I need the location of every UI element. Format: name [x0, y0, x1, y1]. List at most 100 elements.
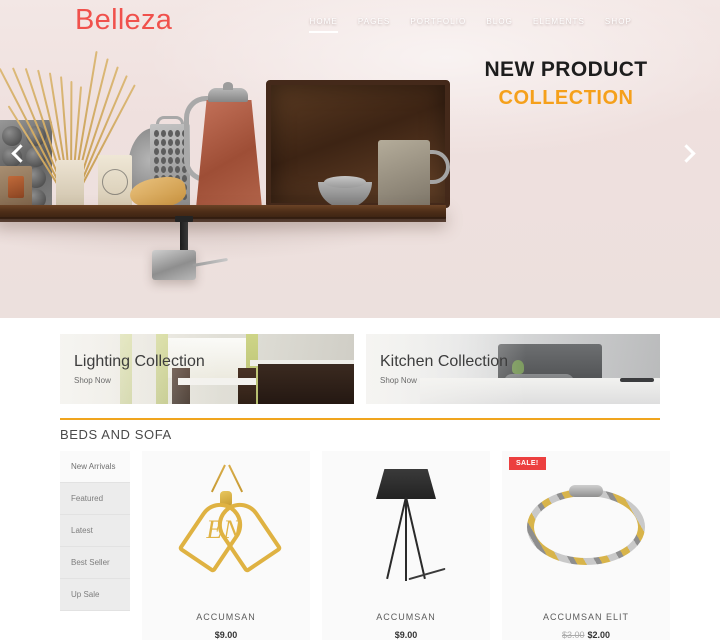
grater-hole: [175, 148, 180, 155]
tab-new-arrivals[interactable]: New Arrivals: [60, 451, 130, 483]
sale-badge: SALE!: [509, 457, 546, 470]
grater-hole: [175, 166, 180, 173]
banner-title: Lighting Collection: [74, 353, 205, 370]
bracelet-clasp: [569, 485, 603, 497]
banner-text: Kitchen Collection Shop Now: [380, 353, 508, 385]
product-card[interactable]: ACCUMSAN $9.00: [322, 451, 490, 640]
collection-banners: Lighting Collection Shop Now Kitchen Col…: [0, 318, 720, 404]
product-meta: ACCUMSAN $9.00: [322, 603, 490, 640]
grater-hole: [154, 139, 159, 146]
nav-item-portfolio[interactable]: PORTFOLIO: [410, 17, 466, 33]
product-price: $3.00 $2.00: [502, 630, 670, 640]
bracelet-chain: [527, 489, 645, 565]
nav-item-blog[interactable]: BLOG: [486, 17, 513, 33]
grater-hole: [154, 157, 159, 164]
nav-item-home[interactable]: HOME: [309, 17, 338, 33]
banner-shop-now-link[interactable]: Shop Now: [380, 376, 508, 385]
grater-hole: [161, 157, 166, 164]
kettle-lid: [208, 88, 248, 102]
lamp-leg: [386, 496, 407, 580]
copper-kettle: [196, 100, 262, 208]
lamp-leg: [405, 497, 407, 581]
nav-item-elements[interactable]: ELEMENTS: [533, 17, 585, 33]
site-header: Belleza HOME PAGES PORTFOLIO BLOG ELEMEN…: [0, 0, 720, 48]
kettle-knob: [223, 82, 233, 90]
grater-hole: [168, 139, 173, 146]
banner-title: Kitchen Collection: [380, 353, 509, 370]
tab-up-sale[interactable]: Up Sale: [60, 579, 130, 611]
beds-and-sofa-section: BEDS AND SOFA New Arrivals Featured Late…: [60, 418, 670, 640]
link-bracelet: [525, 481, 647, 573]
wheat-jar: [56, 160, 84, 208]
product-card[interactable]: SALE! ACCUMSAN ELIT $3.00 $2.00: [502, 451, 670, 640]
product-card[interactable]: EN ACCUMSAN $9.00: [142, 451, 310, 640]
grater-hole: [168, 157, 173, 164]
hanging-pan: [152, 250, 196, 280]
banner-kitchen-collection[interactable]: Kitchen Collection Shop Now: [366, 334, 660, 404]
product-price: $9.00: [214, 630, 238, 640]
carousel-prev-chevron-left-icon[interactable]: [11, 144, 40, 173]
banner-text: Lighting Collection Shop Now: [74, 353, 205, 385]
product-name: ACCUMSAN ELIT: [542, 612, 629, 622]
product-price: $9.00: [394, 630, 418, 640]
kitchen-counter: [258, 364, 354, 404]
product-meta: ACCUMSAN ELIT $3.00 $2.00: [502, 603, 670, 640]
product-sale-price: $2.00: [587, 630, 611, 640]
hero-caption: NEW PRODUCT COLLECTION: [448, 58, 684, 110]
shelf-bracket: [175, 216, 193, 253]
ceramic-jar: [98, 155, 132, 208]
product-grid: EN ACCUMSAN $9.00 ACCUMSAN $9.00 SALE! A…: [130, 451, 670, 640]
flour-sifter: [378, 140, 430, 208]
product-panel: New Arrivals Featured Latest Best Seller…: [60, 451, 670, 640]
grater-hole: [168, 148, 173, 155]
grater-hole: [154, 130, 159, 137]
section-title: BEDS AND SOFA: [60, 427, 172, 442]
grater-hole: [154, 148, 159, 155]
product-old-price: $3.00: [561, 630, 585, 640]
banner-lighting-collection[interactable]: Lighting Collection Shop Now: [60, 334, 354, 404]
tripod-floor-lamp: [358, 463, 454, 591]
necklace-chain: [228, 464, 244, 493]
tab-featured[interactable]: Featured: [60, 483, 130, 515]
gold-heart-pendant: EN: [178, 464, 274, 589]
product-image-bracelet[interactable]: SALE!: [502, 451, 670, 603]
nav-item-pages[interactable]: PAGES: [358, 17, 390, 33]
product-name: ACCUMSAN: [376, 612, 436, 622]
site-logo[interactable]: Belleza: [75, 4, 172, 37]
grater-hole: [161, 148, 166, 155]
grater-hole: [154, 166, 159, 173]
necklace-chain: [210, 464, 226, 493]
metal-bowl-small: [324, 176, 366, 188]
grater-hole: [161, 166, 166, 173]
grater-hole: [161, 130, 166, 137]
hero-carousel: Belleza HOME PAGES PORTFOLIO BLOG ELEMEN…: [0, 0, 720, 318]
lamp-leg: [405, 496, 426, 580]
grater-hole: [161, 139, 166, 146]
nav-item-shop[interactable]: SHOP: [605, 17, 632, 33]
lamp-cord: [408, 567, 446, 581]
lamp-shade: [376, 469, 436, 499]
shelf-edge: [0, 217, 446, 222]
product-meta: ACCUMSAN $9.00: [142, 603, 310, 640]
grater-hole: [175, 130, 180, 137]
banner-shop-now-link[interactable]: Shop Now: [74, 376, 205, 385]
jar-label: [102, 169, 128, 195]
carousel-next-chevron-right-icon[interactable]: [677, 144, 706, 173]
tab-best-seller[interactable]: Best Seller: [60, 547, 130, 579]
main-navigation: HOME PAGES PORTFOLIO BLOG ELEMENTS SHOP: [309, 17, 632, 33]
wall-shadow: [0, 218, 460, 318]
grater-hole: [175, 139, 180, 146]
pendant-initials: EN: [206, 515, 242, 544]
tab-latest[interactable]: Latest: [60, 515, 130, 547]
grater-hole: [168, 130, 173, 137]
product-image-necklace[interactable]: EN: [142, 451, 310, 603]
grater-hole: [175, 157, 180, 164]
nightstand: [620, 378, 654, 382]
product-name: ACCUMSAN: [196, 612, 256, 622]
copper-cup: [8, 176, 24, 198]
muffin-cup: [2, 126, 22, 146]
grater-hole: [168, 166, 173, 173]
hero-headline: NEW PRODUCT: [484, 58, 648, 81]
product-image-lamp[interactable]: [322, 451, 490, 603]
dining-chair: [238, 368, 256, 404]
